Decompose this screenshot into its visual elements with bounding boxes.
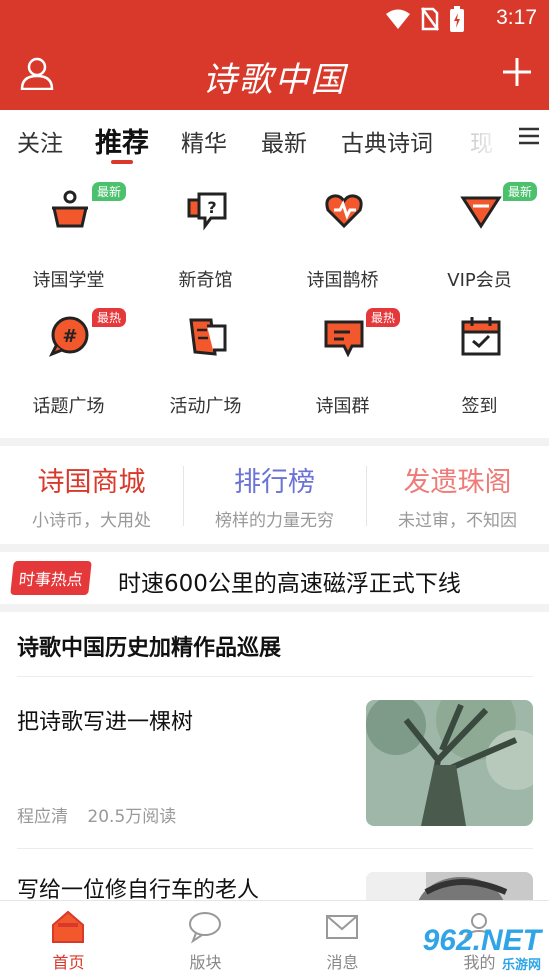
home-icon: [52, 910, 84, 943]
grid-label: 话题广场: [32, 396, 105, 417]
app-title: 诗歌中国: [202, 60, 347, 100]
status-icons: [385, 6, 465, 32]
active-tab-indicator: [111, 160, 133, 164]
grid-label: 诗国鹊桥: [306, 270, 379, 291]
site-watermark: 962.NET 乐游网: [422, 924, 541, 972]
grid-item-vip[interactable]: 最新 VIP会员: [411, 166, 548, 292]
grid-label: 诗国学堂: [32, 270, 105, 291]
tab-fade: [469, 110, 509, 166]
article-thumbnail[interactable]: [366, 700, 533, 826]
divider: [17, 676, 533, 677]
heart-icon: [325, 194, 363, 229]
tab-classical-poetry[interactable]: 古典诗词: [341, 124, 433, 158]
section-divider: [0, 544, 549, 552]
promo-subtitle: 未过审，不知因: [398, 511, 517, 531]
question-icon: ?: [187, 192, 227, 231]
topic-icon: #: [48, 316, 89, 357]
article-title[interactable]: 写给一位修自行车的老人: [17, 872, 259, 900]
portrait-image: [366, 872, 533, 900]
battery-icon: [450, 6, 464, 32]
promo-subtitle: 榜样的力量无穷: [215, 511, 334, 531]
tab-follow[interactable]: 关注: [17, 124, 63, 158]
flag-icon: [189, 318, 227, 356]
promo-title: 发遗珠阁: [403, 467, 512, 498]
nav-label: 版块: [189, 953, 222, 972]
nav-label: 首页: [52, 953, 85, 972]
chat-group-icon: [324, 320, 364, 358]
nav-home[interactable]: 首页: [0, 901, 137, 976]
menu-icon[interactable]: [517, 124, 541, 152]
svg-text:#: #: [62, 326, 77, 347]
section-divider: [0, 438, 549, 446]
grid-label: 活动广场: [169, 396, 242, 417]
article-meta: 程应清 20.5万阅读: [17, 802, 176, 827]
badge-hot: 最热: [92, 308, 127, 327]
grid-label: 新奇馆: [178, 270, 233, 291]
app-header: 3:17 诗歌中国: [0, 0, 549, 110]
grid-item-classroom[interactable]: 最新 诗国学堂: [0, 166, 137, 292]
promo-pearl-pavilion[interactable]: 发遗珠阁 未过审，不知因: [366, 446, 549, 544]
section-title: 诗歌中国历史加精作品巡展: [17, 636, 282, 661]
nav-label: 消息: [326, 953, 359, 972]
badge-new: 最新: [503, 182, 538, 201]
promo-title: 排行榜: [234, 467, 315, 498]
diamond-icon: [460, 196, 502, 229]
promo-row: 诗国商城 小诗币，大用处 排行榜 榜样的力量无穷 发遗珠阁 未过审，不知因: [0, 446, 549, 544]
no-sim-icon: [421, 7, 439, 31]
tab-featured[interactable]: 精华: [181, 124, 227, 158]
section-divider: [0, 604, 549, 612]
grid-item-groups[interactable]: 最热 诗国群: [274, 292, 411, 418]
nav-messages[interactable]: 消息: [274, 901, 411, 976]
hot-news-headline[interactable]: 时速600公里的高速磁浮正式下线: [118, 564, 461, 598]
promo-subtitle: 小诗币，大用处: [32, 511, 151, 531]
grid-item-activities[interactable]: 活动广场: [137, 292, 274, 418]
article-thumbnail[interactable]: [366, 872, 533, 900]
add-icon[interactable]: [501, 56, 533, 92]
classroom-icon: [52, 190, 88, 228]
nav-sections[interactable]: 版块: [137, 901, 274, 976]
grid-label: 诗国群: [315, 396, 370, 417]
tab-latest[interactable]: 最新: [261, 124, 307, 158]
promo-ranking[interactable]: 排行榜 榜样的力量无穷: [183, 446, 366, 544]
article-card[interactable]: 写给一位修自行车的老人: [0, 860, 549, 900]
badge-new: 最新: [92, 182, 127, 201]
chat-bubbles-icon: [189, 912, 221, 944]
article-author: 程应清: [17, 807, 68, 827]
nav-bar: 诗歌中国: [0, 38, 549, 110]
grid-label: 签到: [461, 396, 498, 417]
article-title[interactable]: 把诗歌写进一棵树: [17, 704, 193, 736]
grid-item-magpie-bridge[interactable]: 诗国鹊桥: [274, 166, 411, 292]
hot-news[interactable]: 时事热点 时速600公里的高速磁浮正式下线: [0, 552, 549, 604]
mail-icon: [326, 915, 358, 939]
promo-title: 诗国商城: [37, 467, 146, 498]
grid-item-topics[interactable]: # 最热 话题广场: [0, 292, 137, 418]
tree-image: [366, 700, 533, 826]
grid-item-novelty[interactable]: ? 新奇馆: [137, 166, 274, 292]
category-tabs: 关注 推荐 精华 最新 古典诗词 现: [0, 110, 549, 166]
status-bar: 3:17: [0, 0, 549, 38]
article-card[interactable]: 把诗歌写进一棵树 程应清 20.5万阅读: [0, 690, 549, 840]
grid-label: VIP会员: [447, 270, 512, 291]
grid-item-checkin[interactable]: 签到: [411, 292, 548, 418]
calendar-check-icon: [461, 317, 501, 356]
status-time: 3:17: [496, 6, 537, 29]
promo-shop[interactable]: 诗国商城 小诗币，大用处: [0, 446, 183, 544]
tab-recommend[interactable]: 推荐: [95, 121, 149, 160]
svg-text:?: ?: [207, 198, 216, 217]
hot-news-tag: 时事热点: [10, 561, 92, 595]
wifi-icon: [386, 9, 410, 29]
divider: [17, 848, 533, 849]
feature-grid: 最新 诗国学堂 ? 新奇馆 诗国鹊桥 最新 VIP会员 # 最热 话题广场 活动…: [0, 166, 549, 438]
badge-hot: 最热: [366, 308, 401, 327]
article-reads: 20.5万阅读: [87, 807, 177, 827]
